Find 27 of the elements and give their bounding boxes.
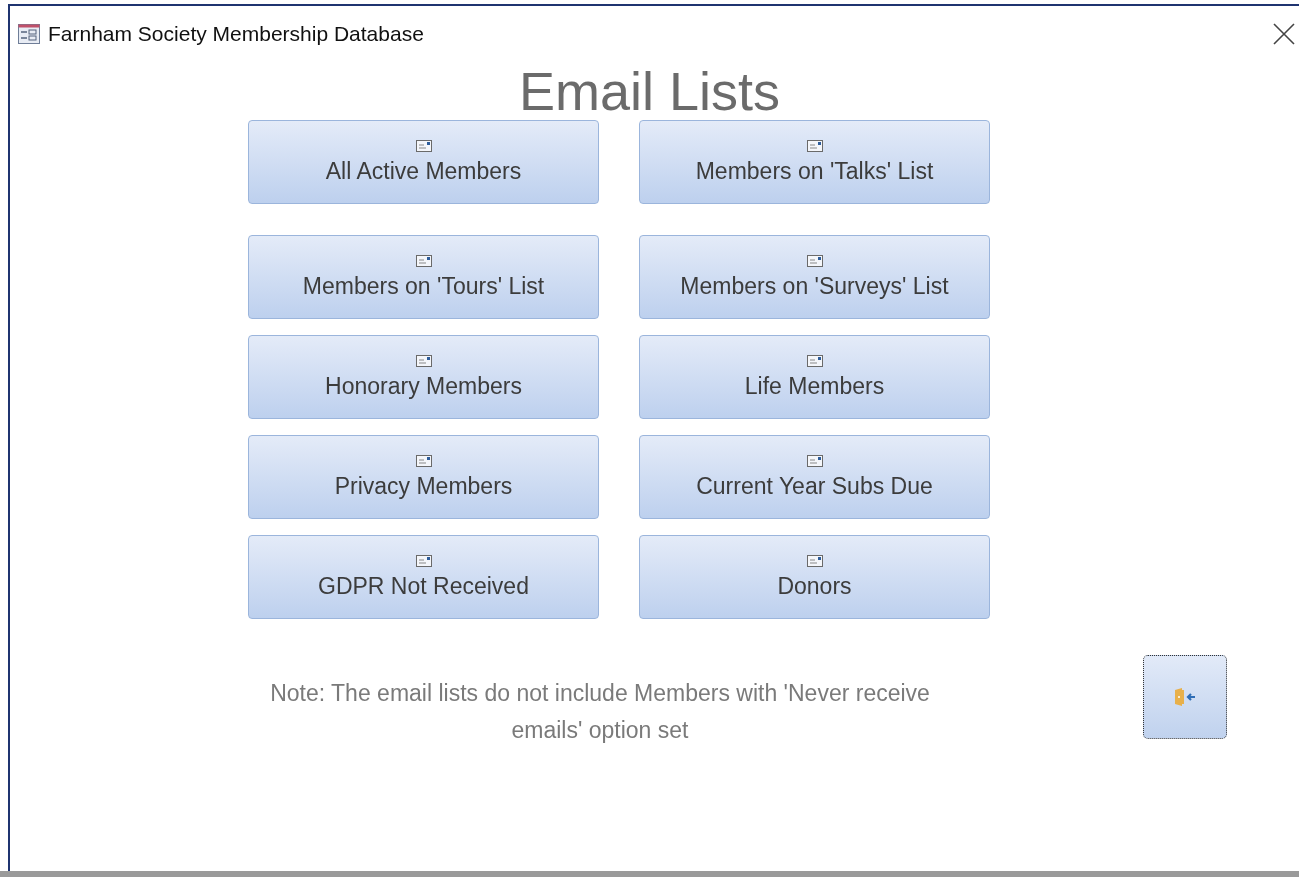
exit-door-icon (1173, 687, 1197, 707)
note-text: Note: The email lists do not include Members with 'Never receive emails' option set (269, 679, 931, 745)
form-heading: Email Lists (517, 60, 782, 122)
email-list-button[interactable]: Honorary Members (248, 335, 599, 419)
email-list-button[interactable]: All Active Members (248, 120, 599, 204)
email-list-button[interactable]: Privacy Members (248, 435, 599, 519)
form-icon (18, 24, 40, 44)
envelope-icon (806, 454, 823, 467)
email-list-button[interactable]: GDPR Not Received (248, 535, 599, 619)
envelope-icon (415, 254, 432, 267)
email-list-button[interactable]: Members on 'Tours' List (248, 235, 599, 319)
envelope-icon (415, 139, 432, 152)
envelope-icon (806, 139, 823, 152)
envelope-icon (415, 554, 432, 567)
email-list-button[interactable]: Members on 'Talks' List (639, 120, 990, 204)
envelope-icon (806, 354, 823, 367)
email-list-button[interactable]: Donors (639, 535, 990, 619)
envelope-icon (415, 354, 432, 367)
email-list-button[interactable]: Members on 'Surveys' List (639, 235, 990, 319)
window-title: Farnham Society Membership Database (48, 22, 425, 46)
close-icon[interactable] (1273, 23, 1295, 45)
envelope-icon (415, 454, 432, 467)
exit-button[interactable] (1143, 655, 1227, 739)
envelope-icon (806, 254, 823, 267)
envelope-icon (806, 554, 823, 567)
email-list-button[interactable]: Life Members (639, 335, 990, 419)
email-list-button[interactable]: Current Year Subs Due (639, 435, 990, 519)
